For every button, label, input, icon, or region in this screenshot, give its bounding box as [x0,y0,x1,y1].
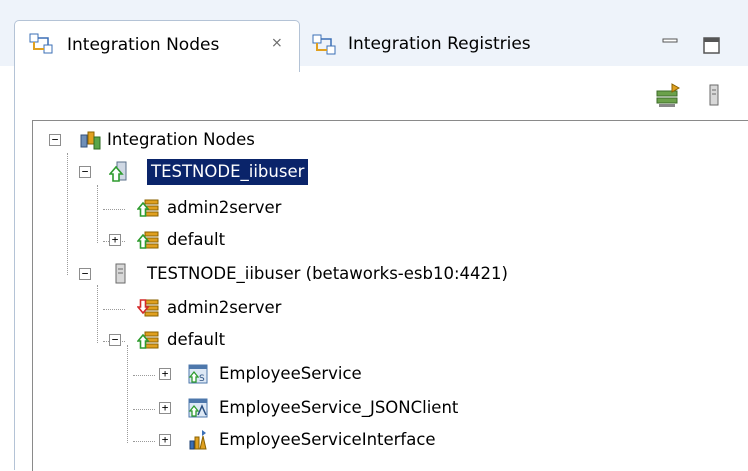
tree-item-node-local[interactable]: − TESTNODE_iibuser [33,159,433,185]
tree-item-label: TESTNODE_iibuser [147,159,309,185]
stopped-server-icon [137,299,159,317]
minimize-icon[interactable] [660,34,680,54]
tree-root-integration-nodes[interactable]: − Integration Nodes [33,127,433,153]
tree-item-library[interactable]: + EmployeeServiceInterface [33,427,513,453]
collapse-icon[interactable]: − [79,166,91,178]
integration-nodes-root-icon [80,131,101,150]
maximize-icon[interactable] [702,36,722,56]
svg-text:S: S [199,374,205,384]
integration-nodes-tree[interactable]: − Integration Nodes − TESTNODE_iibuser a… [32,120,748,471]
tree-item-label: admin2server [167,298,282,317]
tree-item-label: EmployeeServiceInterface [219,430,436,449]
tree-item-node-remote[interactable]: − TESTNODE_iibuser (betaworks-esb10:4421… [33,261,553,287]
collapse-icon[interactable]: − [109,334,121,346]
tree-item-label: EmployeeService_JSONClient [219,398,459,417]
service-icon: S [188,364,208,384]
tree-item-service[interactable]: + S EmployeeService [33,361,453,387]
tab-integration-registries[interactable]: Integration Registries [306,28,596,62]
running-server-icon [137,231,159,249]
tree-item-label: default [167,230,226,249]
expand-icon[interactable]: + [109,234,121,246]
tree-item-server[interactable]: − default [33,327,433,353]
running-server-icon [137,331,159,349]
running-server-icon [137,199,159,217]
expand-icon[interactable]: + [159,368,171,380]
tree-item-server[interactable]: admin2server [33,195,433,221]
shared-library-icon [189,430,207,450]
expand-icon[interactable]: + [159,402,171,414]
remote-node-icon [115,263,126,284]
tree-item-label: default [167,330,226,349]
collapse-icon[interactable]: − [79,268,91,280]
view-tab-bar: Integration Nodes ⨯ Integration Registri… [0,0,748,73]
tree-item-server[interactable]: admin2server [33,295,433,321]
close-icon[interactable]: ⨯ [271,35,283,51]
tab-integration-nodes[interactable]: Integration Nodes ⨯ [14,20,300,73]
expand-icon[interactable]: + [159,434,171,446]
running-node-icon [109,161,127,182]
integration-nodes-icon [29,33,53,54]
tree-item-label: admin2server [167,198,282,217]
tab-integration-nodes-label: Integration Nodes [67,35,220,55]
tab-integration-registries-label: Integration Registries [348,34,531,54]
tree-root-label: Integration Nodes [107,130,255,149]
application-icon [188,398,208,418]
view-menu-icon[interactable] [706,83,722,107]
connect-node-icon[interactable] [654,83,682,109]
tree-item-label: EmployeeService [219,364,362,383]
collapse-icon[interactable]: − [49,134,61,146]
tree-item-label: TESTNODE_iibuser (betaworks-esb10:4421) [147,264,508,283]
tree-item-application[interactable]: + EmployeeService_JSONClient [33,395,513,421]
tree-item-server[interactable]: + default [33,227,433,253]
integration-registries-icon [312,34,336,55]
